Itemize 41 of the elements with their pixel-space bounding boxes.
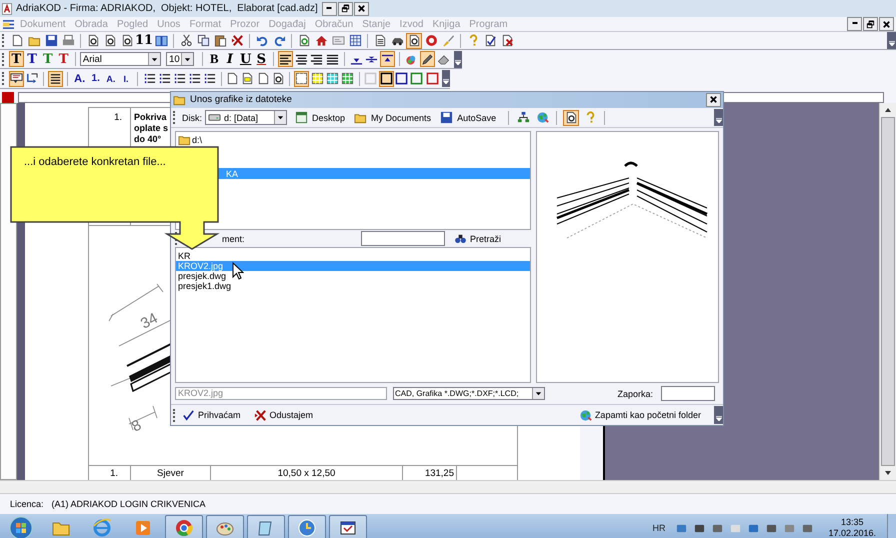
folder-item[interactable]: d:\ (176, 134, 530, 146)
shortcut-button[interactable]: Desktop (295, 111, 346, 124)
font-select[interactable]: Arial (80, 52, 162, 66)
dialog-title: Unos grafike iz datoteke (190, 94, 292, 106)
filename-field[interactable]: KROV2.jpg (175, 387, 387, 400)
license-value: (A1) ADRIAKOD LOGIN CRIKVENICA (52, 499, 206, 509)
disk-label: Disk: (182, 112, 202, 123)
file-item[interactable]: presjek1.dwg (176, 281, 530, 292)
format-button[interactable]: A. (72, 70, 88, 86)
search-label: ment: (222, 234, 245, 244)
shortcut-button[interactable]: AutoSave (440, 111, 496, 124)
file-type-select[interactable]: CAD, Grafika *.DWG;*.DXF;*.LCD; (393, 387, 545, 400)
dimension-label: 34 (138, 310, 161, 333)
file-item[interactable]: KR (176, 251, 530, 262)
disk-select[interactable]: d: [Data] (205, 110, 287, 126)
format-button[interactable]: U (238, 51, 253, 67)
clock-time[interactable]: 13:35 (840, 517, 864, 528)
format-button[interactable]: S (254, 51, 269, 67)
format-button[interactable]: T (8, 51, 24, 67)
file-item[interactable]: presjek.dwg (176, 271, 530, 282)
format-button[interactable]: T (56, 51, 71, 67)
format-button[interactable]: B (206, 51, 222, 67)
cancel-button[interactable]: Odustajem (254, 408, 314, 422)
format-button[interactable]: 11 (136, 32, 152, 48)
format-button[interactable]: I (222, 51, 238, 67)
shortcut-button[interactable]: My Documents (354, 111, 432, 124)
format-button[interactable]: 1. (88, 70, 103, 86)
dimension-label: 8 (128, 416, 144, 436)
clock-date[interactable]: 17.02.2016. (828, 528, 876, 538)
license-label: Licenca: (10, 499, 44, 509)
font-size-select[interactable]: 10 (166, 52, 194, 66)
format-button[interactable]: A. (104, 70, 118, 86)
window-title: AdriaKOD - Firma: ADRIAKOD, Objekt: HOTEL, Elaborat [cad.adz] (16, 3, 318, 14)
format-button[interactable]: I. (118, 70, 134, 86)
language-indicator[interactable]: HR (652, 523, 666, 533)
format-button[interactable]: T (40, 51, 56, 67)
save-folder-button[interactable]: Zapamti kao početni folder (578, 408, 701, 422)
search-button[interactable]: Pretraži (454, 232, 501, 246)
format-button[interactable]: T (24, 51, 40, 67)
accept-button[interactable]: Prihvaćam (182, 408, 241, 422)
password-label: Zaporka: (617, 388, 653, 399)
